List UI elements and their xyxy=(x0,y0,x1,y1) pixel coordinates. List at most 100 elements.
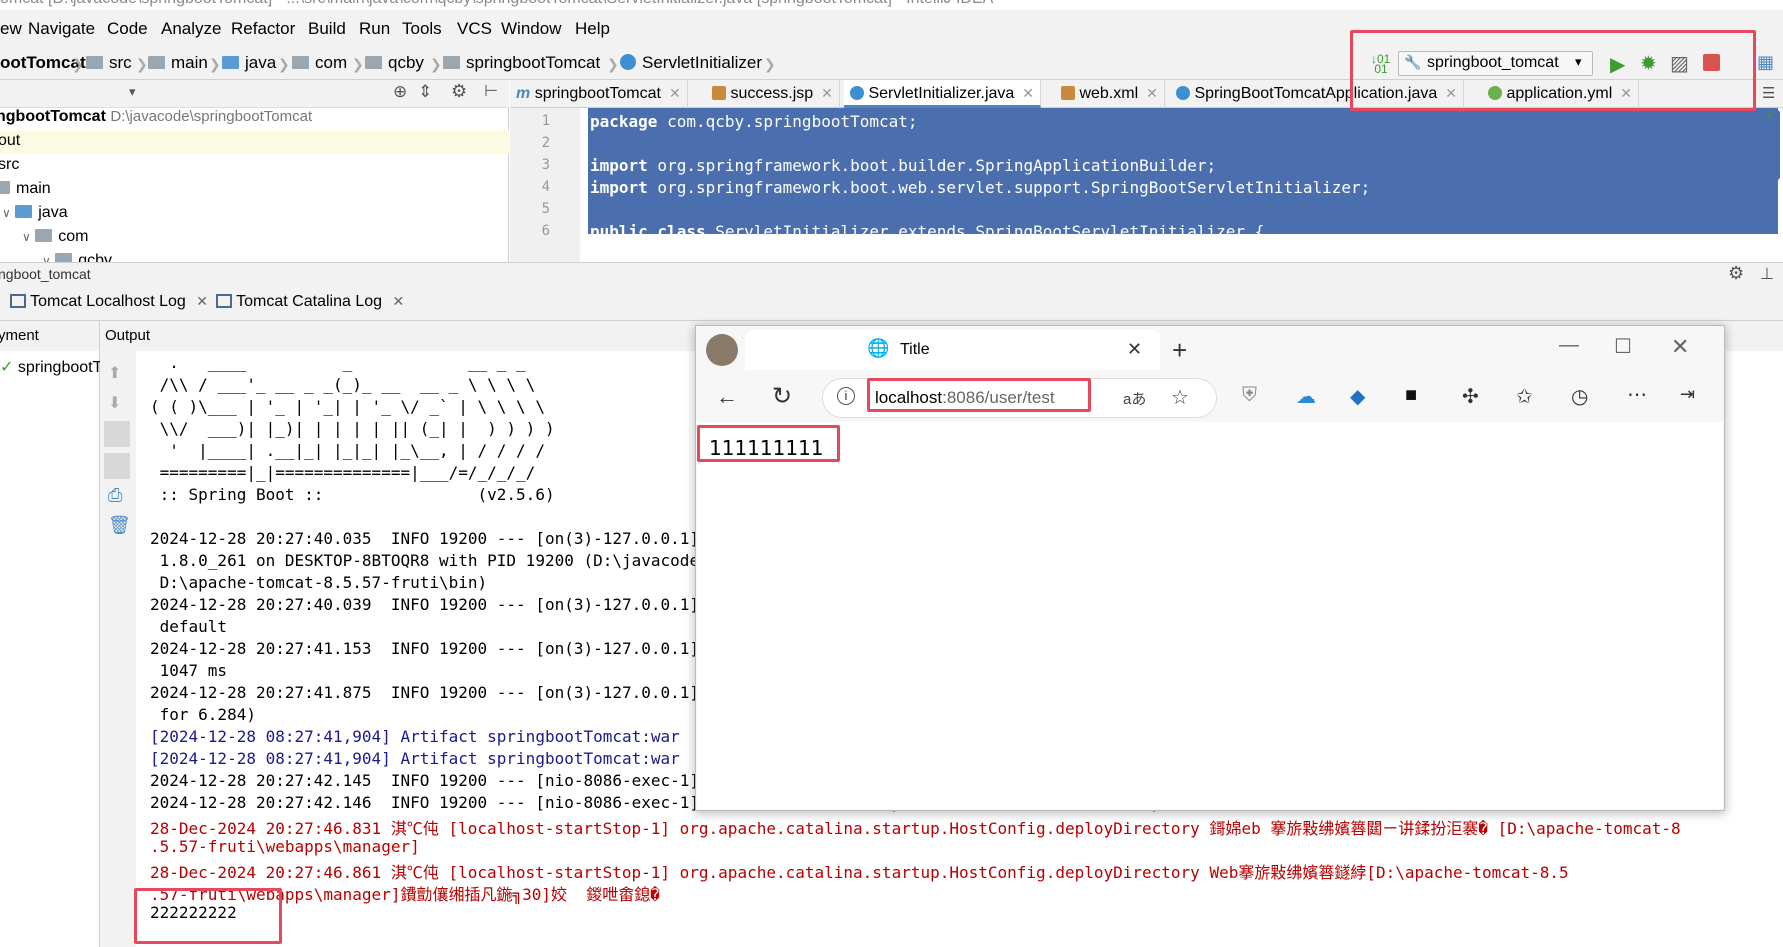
soft-wrap-icon[interactable] xyxy=(104,421,130,447)
hide-icon[interactable]: ⊢ xyxy=(484,81,498,101)
code-keyword: import xyxy=(590,156,648,175)
favorite-star-icon[interactable]: ☆ xyxy=(1171,385,1189,410)
chevron-right-icon: ❯ xyxy=(278,56,290,72)
breadcrumb-qcby[interactable]: qcby xyxy=(365,53,424,73)
close-icon[interactable]: ✕ xyxy=(1146,85,1158,101)
extension-dark-icon[interactable]: ■ xyxy=(1405,384,1417,407)
close-tab-icon[interactable]: ✕ xyxy=(1127,339,1142,360)
more-menu-icon[interactable]: ⋯ xyxy=(1627,382,1647,407)
collapse-all-icon[interactable]: ⇕ xyxy=(418,82,432,102)
tab-tomcat-localhost-log[interactable]: Tomcat Localhost Log ✕ xyxy=(10,293,208,311)
minimize-icon[interactable]: ⊥ xyxy=(1760,264,1774,284)
close-icon[interactable]: ✕ xyxy=(196,293,208,309)
console-line: 1047 ms xyxy=(150,661,228,680)
project-structure-icon[interactable]: ▦ xyxy=(1757,52,1774,73)
close-window-icon[interactable]: ✕ xyxy=(1671,334,1689,360)
tree-item-com[interactable]: ∨ com xyxy=(22,228,88,246)
dropdown-icon[interactable]: ▾ xyxy=(129,84,136,100)
breadcrumb-main[interactable]: main xyxy=(148,53,208,73)
menu-build[interactable]: Build xyxy=(308,19,346,39)
line-number: 2 xyxy=(541,135,550,151)
menu-window[interactable]: Window xyxy=(501,19,561,39)
tree-root[interactable]: ngbootTomcat D:\javacode\springbootTomca… xyxy=(0,108,312,126)
menu-help[interactable]: Help xyxy=(575,19,610,39)
gear-icon[interactable]: ⚙ xyxy=(1728,263,1744,284)
folder-icon xyxy=(15,205,33,218)
favorites-icon[interactable]: ✩ xyxy=(1516,384,1533,409)
menu-run[interactable]: Run xyxy=(359,19,390,39)
code-selection[interactable]: package com.qcby.springbootTomcat; impor… xyxy=(588,108,1778,234)
close-icon[interactable]: ✕ xyxy=(392,293,404,309)
tree-item-main[interactable]: main xyxy=(0,180,51,198)
breadcrumb-package[interactable]: springbootTomcat xyxy=(443,53,600,73)
breadcrumb-qcby-label: qcby xyxy=(388,53,424,72)
tree-root-path: D:\javacode\springbootTomcat xyxy=(110,108,313,125)
close-icon[interactable]: ✕ xyxy=(1022,85,1034,101)
chevron-right-icon: ❯ xyxy=(607,56,619,72)
tree-item-java-label: java xyxy=(38,204,68,221)
tree-item-src[interactable]: src xyxy=(0,156,19,174)
breadcrumb-java[interactable]: java xyxy=(222,53,276,73)
browser-tab[interactable]: 🌐 Title ✕ xyxy=(745,330,1160,370)
maven-icon: m xyxy=(516,85,531,102)
back-arrow-icon[interactable]: ← xyxy=(716,384,738,410)
tree-item-java[interactable]: ∨ java xyxy=(2,204,68,222)
tab-tomcat-catalina-log[interactable]: Tomcat Catalina Log ✕ xyxy=(216,293,404,311)
console-line: :: Spring Boot :: (v2.5.6) xyxy=(150,485,555,504)
deployment-item-label: springbootT xyxy=(17,359,103,376)
tab-servletinitializer[interactable]: ServletInitializer.java ✕ xyxy=(844,80,1042,108)
menu-code[interactable]: Code xyxy=(107,19,148,39)
profile-avatar[interactable] xyxy=(706,334,738,366)
arrow-up-icon[interactable]: ⬆ xyxy=(108,363,121,383)
check-circle-icon: ✓ xyxy=(0,359,14,376)
gear-icon[interactable]: ⚙ xyxy=(451,81,467,102)
locate-icon[interactable]: ⊕ xyxy=(393,82,407,102)
shield-icon[interactable]: ⛨ xyxy=(1242,384,1257,407)
refresh-icon[interactable]: ↻ xyxy=(772,382,792,411)
tab-label: success.jsp xyxy=(730,85,814,102)
extensions-puzzle-icon[interactable]: ✣ xyxy=(1462,384,1479,409)
close-icon[interactable]: ✕ xyxy=(821,85,833,101)
menu-navigate[interactable]: Navigate xyxy=(28,19,95,39)
xml-file-icon xyxy=(1061,86,1075,100)
menu-analyze[interactable]: Analyze xyxy=(161,19,221,39)
tree-item-main-label: main xyxy=(16,180,51,197)
tree-row-highlight xyxy=(0,130,509,154)
arrow-down-icon[interactable]: ⬇ xyxy=(108,393,121,413)
sidebar-toggle-icon[interactable]: ⇥ xyxy=(1680,384,1695,405)
browser-tab-title: Title xyxy=(900,341,930,358)
weather-extension-icon[interactable]: ☁ xyxy=(1296,384,1316,409)
close-icon[interactable]: ✕ xyxy=(669,85,681,101)
tree-item-out[interactable]: out xyxy=(0,132,20,150)
scroll-to-end-icon[interactable] xyxy=(104,453,130,479)
maximize-icon[interactable]: ☐ xyxy=(1614,334,1632,359)
console-line: 2024-12-28 20:27:41.153 INFO 19200 --- [… xyxy=(150,639,700,658)
annotation-box-response xyxy=(697,425,840,462)
extension-icon[interactable]: ◆ xyxy=(1350,384,1365,409)
menu-vcs[interactable]: VCS xyxy=(457,19,492,39)
menu-tools[interactable]: Tools xyxy=(402,19,442,39)
history-icon[interactable]: ◷ xyxy=(1571,384,1588,409)
tab-success-jsp[interactable]: success.jsp ✕ xyxy=(706,80,840,108)
breadcrumb-class[interactable]: ServletInitializer xyxy=(620,53,762,73)
console-line: 2024-12-28 20:27:40.035 INFO 19200 --- [… xyxy=(150,529,700,548)
tab-web-xml[interactable]: web.xml ✕ xyxy=(1055,80,1165,108)
breadcrumb-src[interactable]: src xyxy=(86,53,132,73)
menu-view[interactable]: ew xyxy=(0,19,22,39)
run-panel-header: ngboot_tomcat ⚙ ⊥ xyxy=(0,262,1783,287)
chevron-right-icon: ❯ xyxy=(352,56,364,72)
tab-springboottomcat[interactable]: m springbootTomcat ✕ xyxy=(510,80,688,108)
breadcrumb-com[interactable]: com xyxy=(292,53,347,73)
trash-icon[interactable]: 🗑 xyxy=(108,515,131,536)
tab-list-icon[interactable]: ☰ xyxy=(1762,84,1775,102)
print-icon[interactable]: ⎙ xyxy=(108,485,122,506)
console-line: /\\ / ___'_ __ _ _(_)_ __ __ _ \ \ \ \ xyxy=(150,375,536,394)
tree-item-qcby[interactable]: ∨ qcby xyxy=(42,252,112,262)
chevron-right-icon: ❯ xyxy=(72,56,84,72)
read-aloud-icon[interactable]: aあ xyxy=(1123,388,1146,409)
new-tab-icon[interactable]: + xyxy=(1172,335,1187,366)
minimize-icon[interactable]: — xyxy=(1559,334,1579,357)
menu-refactor[interactable]: Refactor xyxy=(231,19,295,39)
deployment-item[interactable]: ✓ springbootT xyxy=(0,357,102,377)
site-info-icon[interactable]: i xyxy=(837,387,855,405)
